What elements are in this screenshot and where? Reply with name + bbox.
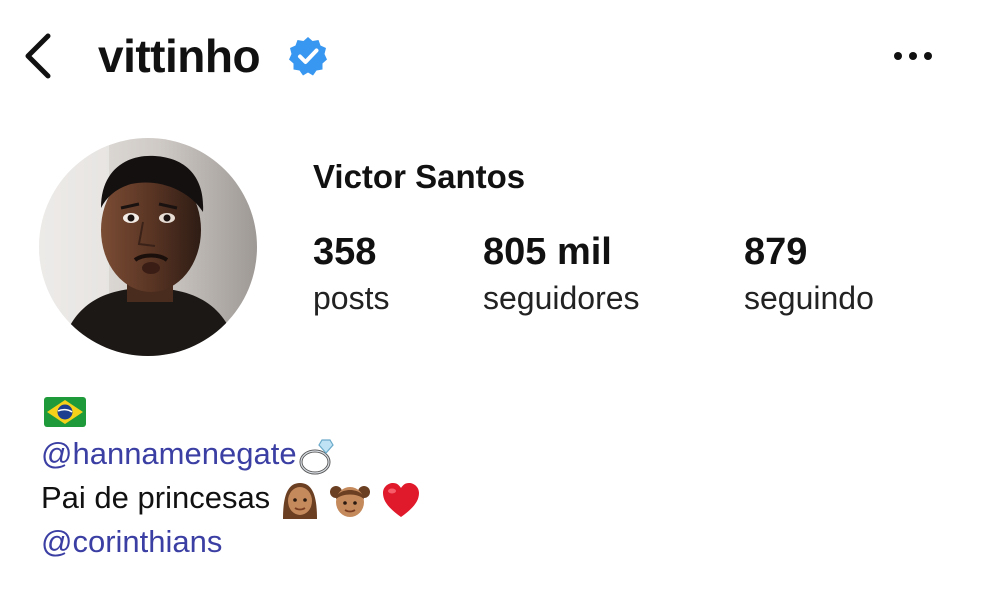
profile-bio: @hannamenegate Pai de princesas @corinth… (41, 388, 422, 564)
avatar-photo (39, 138, 257, 356)
chevron-left-icon (25, 33, 51, 79)
bio-partner-line: @hannamenegate (41, 432, 422, 476)
stat-following-label: seguindo (744, 280, 874, 316)
profile-username: vittinho (98, 30, 261, 82)
stat-following-value: 879 (744, 231, 808, 273)
bio-tagline-line: Pai de princesas (41, 476, 422, 520)
woman-medium-skin-emoji (282, 482, 317, 519)
mention-club-link[interactable]: @corinthians (41, 524, 222, 559)
bio-club-line: @corinthians (41, 520, 422, 564)
stat-posts[interactable]: 358 posts (313, 228, 389, 320)
mention-partner-link[interactable]: @hannamenegate (41, 436, 297, 471)
more-horizontal-icon (894, 52, 932, 60)
profile-header: vittinho (0, 0, 984, 110)
stat-posts-value: 358 (313, 231, 377, 273)
profile-display-name: Victor Santos (313, 158, 526, 195)
back-button[interactable] (18, 28, 62, 84)
stat-followers[interactable]: 805 mil seguidores (483, 228, 640, 320)
bio-tagline: Pai de princesas (41, 480, 271, 515)
verified-badge-icon (289, 37, 327, 76)
stat-followers-value: 805 mil (483, 231, 612, 273)
stat-followers-label: seguidores (483, 280, 640, 316)
stat-following[interactable]: 879 seguindo (744, 228, 874, 320)
girl-medium-skin-emoji (330, 485, 371, 517)
red-heart-emoji (383, 482, 420, 517)
stat-posts-label: posts (313, 280, 390, 316)
ring-emoji (299, 439, 334, 475)
more-options-button[interactable] (884, 36, 944, 76)
brazil-flag-emoji (44, 396, 86, 427)
profile-avatar[interactable] (39, 138, 257, 356)
bio-flag-line (41, 388, 422, 432)
